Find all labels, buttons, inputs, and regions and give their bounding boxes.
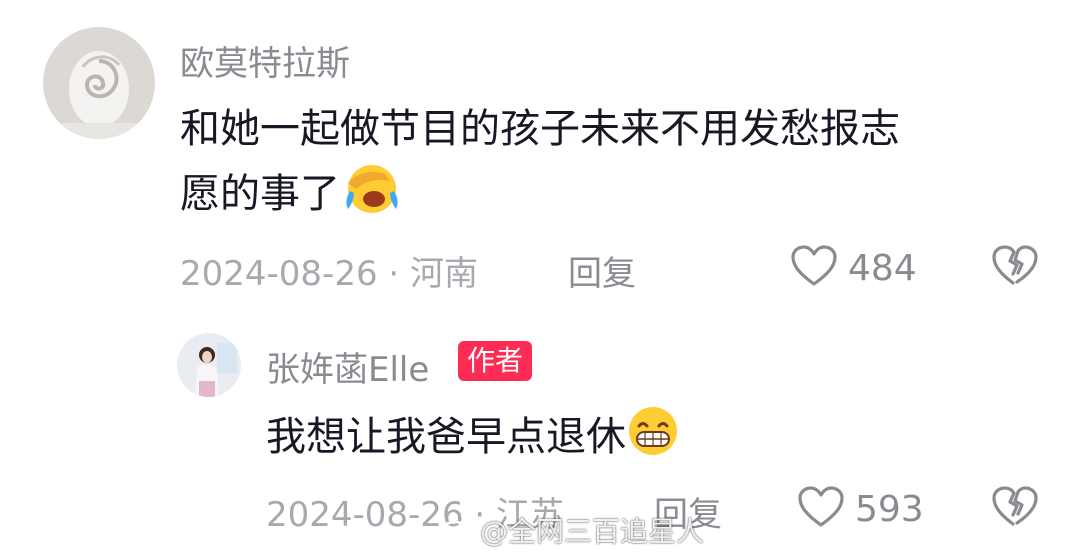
reply-like-count: 593 — [855, 488, 924, 530]
comment-author-name[interactable]: 欧莫特拉斯 — [180, 36, 350, 85]
comment-reply-button[interactable]: 回复 — [568, 246, 636, 295]
comment-text-line2: 愿的事了 — [180, 171, 340, 217]
comment-like-count: 484 — [848, 247, 917, 289]
weibo-logo-icon — [440, 512, 474, 549]
broken-heart-icon — [991, 245, 1039, 292]
author-badge: 作者 — [458, 341, 533, 381]
face-palm-crying-emoji — [340, 161, 400, 234]
grinning-teeth-emoji — [626, 404, 680, 477]
reply-author-name[interactable]: 张姩菡Elle — [266, 342, 429, 391]
watermark-text: @全网三百追星人 — [480, 515, 705, 548]
comment-text: 和她一起做节目的孩子未来不用发愁报志 愿的事了 — [180, 97, 1040, 234]
comment-text-line1: 和她一起做节目的孩子未来不用发愁报志 — [180, 106, 900, 152]
reply-text: 我想让我爸早点退休 — [266, 404, 966, 477]
comment-dislike-button[interactable] — [991, 244, 1039, 292]
comment-like-button[interactable]: 484 — [790, 244, 917, 292]
watermark: @全网三百追星人 — [440, 510, 704, 550]
heart-icon — [790, 244, 838, 292]
comment-date-location: 2024-08-26 · 河南 — [180, 254, 479, 294]
reply-dislike-button[interactable] — [991, 485, 1039, 533]
reply-like-button[interactable]: 593 — [797, 485, 924, 533]
heart-icon — [797, 485, 845, 533]
broken-heart-icon — [991, 486, 1039, 533]
reply-author-avatar[interactable] — [177, 333, 241, 397]
comment-author-avatar[interactable] — [43, 27, 155, 139]
reply-text-content: 我想让我爸早点退休 — [266, 414, 626, 460]
